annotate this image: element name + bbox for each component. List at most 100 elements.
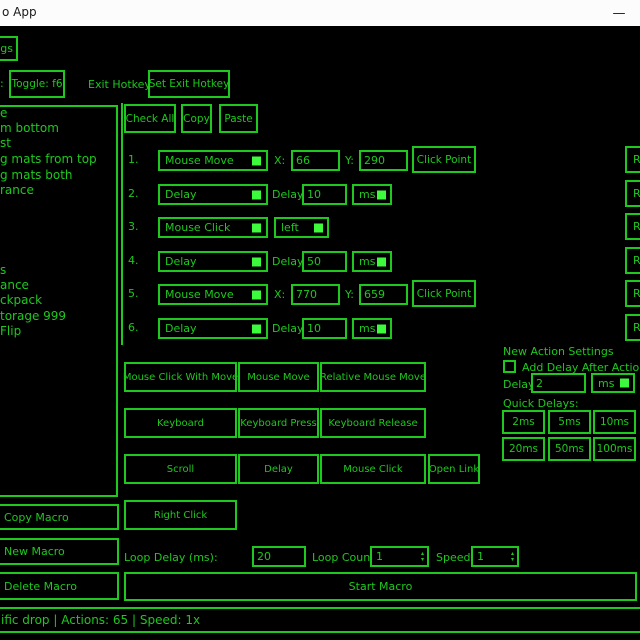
new-macro-button[interactable]: New Macro bbox=[0, 538, 119, 565]
new-action-settings-title: New Action Settings bbox=[503, 345, 614, 358]
spinner-down-icon[interactable]: ▾ bbox=[511, 557, 514, 563]
mouse-button-dropdown[interactable]: left bbox=[274, 217, 329, 238]
title-bar: o App — bbox=[0, 0, 640, 26]
macro-list-item[interactable]: st bbox=[0, 136, 11, 150]
add-right-click-button[interactable]: Right Click bbox=[124, 500, 237, 530]
x-label: X: bbox=[274, 288, 285, 301]
dropdown-indicator-icon bbox=[377, 190, 386, 199]
remove-action-button[interactable]: R bbox=[625, 247, 640, 274]
loop-count-label: Loop Count: bbox=[312, 551, 378, 564]
dropdown-indicator-icon bbox=[252, 324, 261, 333]
macro-list-item[interactable]: m bottom bbox=[0, 121, 59, 135]
macro-list-item[interactable]: rance bbox=[0, 183, 34, 197]
add-delay-after-action-checkbox[interactable] bbox=[503, 360, 516, 373]
action-row-number: 5. bbox=[128, 287, 139, 300]
action-type-dropdown[interactable]: Delay bbox=[158, 184, 268, 205]
speed-spinner[interactable]: 1 ▴ ▾ bbox=[471, 546, 519, 567]
set-exit-hotkey-button[interactable]: Set Exit Hotkey bbox=[148, 70, 230, 98]
copy-macro-button[interactable]: Copy Macro bbox=[0, 504, 119, 530]
new-action-delay-input[interactable] bbox=[531, 373, 586, 393]
start-macro-button[interactable]: Start Macro bbox=[124, 572, 637, 601]
toggle-hotkey-button[interactable]: Toggle: f6 bbox=[9, 70, 65, 98]
macro-list-item[interactable]: e bbox=[0, 106, 7, 120]
y-label: Y: bbox=[345, 288, 354, 301]
status-bar: ific drop | Actions: 65 | Speed: 1x bbox=[0, 607, 640, 633]
action-type-dropdown[interactable]: Delay bbox=[158, 318, 268, 339]
y-input[interactable] bbox=[359, 284, 408, 305]
remove-action-button[interactable]: R bbox=[625, 180, 640, 207]
exit-hotkey-label: Exit Hotkey: bbox=[88, 78, 154, 91]
quick-delays-label: Quick Delays: bbox=[503, 397, 579, 410]
add-relative-mouse-move-button[interactable]: Relative Mouse Move bbox=[320, 362, 426, 392]
dropdown-indicator-icon bbox=[252, 290, 261, 299]
speed-label: Speed: bbox=[436, 551, 474, 564]
add-delay-button[interactable]: Delay bbox=[238, 454, 319, 484]
quick-delay-100ms-button[interactable]: 100ms bbox=[593, 437, 636, 461]
macro-list-item[interactable]: g mats from top bbox=[0, 152, 97, 166]
dropdown-indicator-icon bbox=[252, 156, 261, 165]
dropdown-indicator-icon bbox=[620, 379, 629, 388]
add-keyboard-button[interactable]: Keyboard bbox=[124, 408, 237, 438]
x-label: X: bbox=[274, 154, 285, 167]
quick-delay-2ms-button[interactable]: 2ms bbox=[502, 410, 545, 434]
delay-unit-dropdown[interactable]: ms bbox=[352, 318, 392, 339]
add-open-link-button[interactable]: Open Link bbox=[428, 454, 480, 484]
remove-action-button[interactable]: R bbox=[625, 146, 640, 173]
add-mouse-click-button[interactable]: Mouse Click bbox=[320, 454, 426, 484]
copy-button[interactable]: Copy bbox=[181, 104, 212, 133]
action-type-dropdown[interactable]: Mouse Move bbox=[158, 150, 268, 171]
quick-delay-5ms-button[interactable]: 5ms bbox=[548, 410, 591, 434]
settings-button[interactable]: gs bbox=[0, 36, 18, 61]
action-type-dropdown[interactable]: Mouse Move bbox=[158, 284, 268, 305]
remove-action-button[interactable]: R bbox=[625, 314, 640, 341]
macro-list-item[interactable]: ckpack bbox=[0, 293, 42, 307]
add-scroll-button[interactable]: Scroll bbox=[124, 454, 237, 484]
add-keyboard-press-button[interactable]: Keyboard Press bbox=[238, 408, 319, 438]
y-label: Y: bbox=[345, 154, 354, 167]
action-row-number: 4. bbox=[128, 254, 139, 267]
action-row-number: 1. bbox=[128, 153, 139, 166]
delay-unit-dropdown[interactable]: ms bbox=[352, 184, 392, 205]
macro-list-item[interactable]: s bbox=[0, 263, 6, 277]
dropdown-indicator-icon bbox=[377, 324, 386, 333]
y-input[interactable] bbox=[359, 150, 408, 171]
check-all-button[interactable]: Check All bbox=[124, 104, 176, 133]
action-row-number: 6. bbox=[128, 321, 139, 334]
action-row-number: 2. bbox=[128, 187, 139, 200]
hotkey-label-fragment: : bbox=[0, 77, 4, 90]
action-row-number: 3. bbox=[128, 220, 139, 233]
macro-list-item[interactable]: g mats both bbox=[0, 168, 73, 182]
status-text: ific drop | Actions: 65 | Speed: 1x bbox=[0, 613, 200, 627]
quick-delay-50ms-button[interactable]: 50ms bbox=[548, 437, 591, 461]
minimize-button[interactable]: — bbox=[602, 0, 636, 26]
delay-input[interactable] bbox=[302, 184, 347, 205]
delay-unit-dropdown[interactable]: ms bbox=[352, 251, 392, 272]
dropdown-indicator-icon bbox=[314, 223, 323, 232]
delay-input[interactable] bbox=[302, 251, 347, 272]
action-type-dropdown[interactable]: Delay bbox=[158, 251, 268, 272]
action-panel-border bbox=[121, 103, 123, 345]
add-mouse-click-with-move-button[interactable]: Mouse Click With Move bbox=[124, 362, 237, 392]
macro-list-item[interactable]: Flip bbox=[0, 324, 21, 338]
quick-delay-10ms-button[interactable]: 10ms bbox=[593, 410, 636, 434]
loop-count-spinner[interactable]: 1 ▴ ▾ bbox=[370, 546, 429, 567]
new-action-delay-unit-dropdown[interactable]: ms bbox=[591, 373, 635, 393]
action-type-dropdown[interactable]: Mouse Click bbox=[158, 217, 268, 238]
delete-macro-button[interactable]: Delete Macro bbox=[0, 572, 119, 600]
x-input[interactable] bbox=[291, 150, 340, 171]
delay-input[interactable] bbox=[302, 318, 347, 339]
click-point-button[interactable]: Click Point bbox=[412, 280, 476, 307]
remove-action-button[interactable]: R bbox=[625, 213, 640, 240]
spinner-down-icon[interactable]: ▾ bbox=[421, 557, 424, 563]
dropdown-indicator-icon bbox=[252, 190, 261, 199]
click-point-button[interactable]: Click Point bbox=[412, 146, 476, 173]
remove-action-button[interactable]: R bbox=[625, 280, 640, 307]
macro-list-item[interactable]: torage 999 bbox=[0, 309, 66, 323]
quick-delay-20ms-button[interactable]: 20ms bbox=[502, 437, 545, 461]
add-mouse-move-button[interactable]: Mouse Move bbox=[238, 362, 319, 392]
x-input[interactable] bbox=[291, 284, 340, 305]
paste-button[interactable]: Paste bbox=[219, 104, 258, 133]
macro-list-item[interactable]: ance bbox=[0, 278, 29, 292]
add-keyboard-release-button[interactable]: Keyboard Release bbox=[320, 408, 426, 438]
loop-delay-input[interactable] bbox=[252, 546, 306, 567]
